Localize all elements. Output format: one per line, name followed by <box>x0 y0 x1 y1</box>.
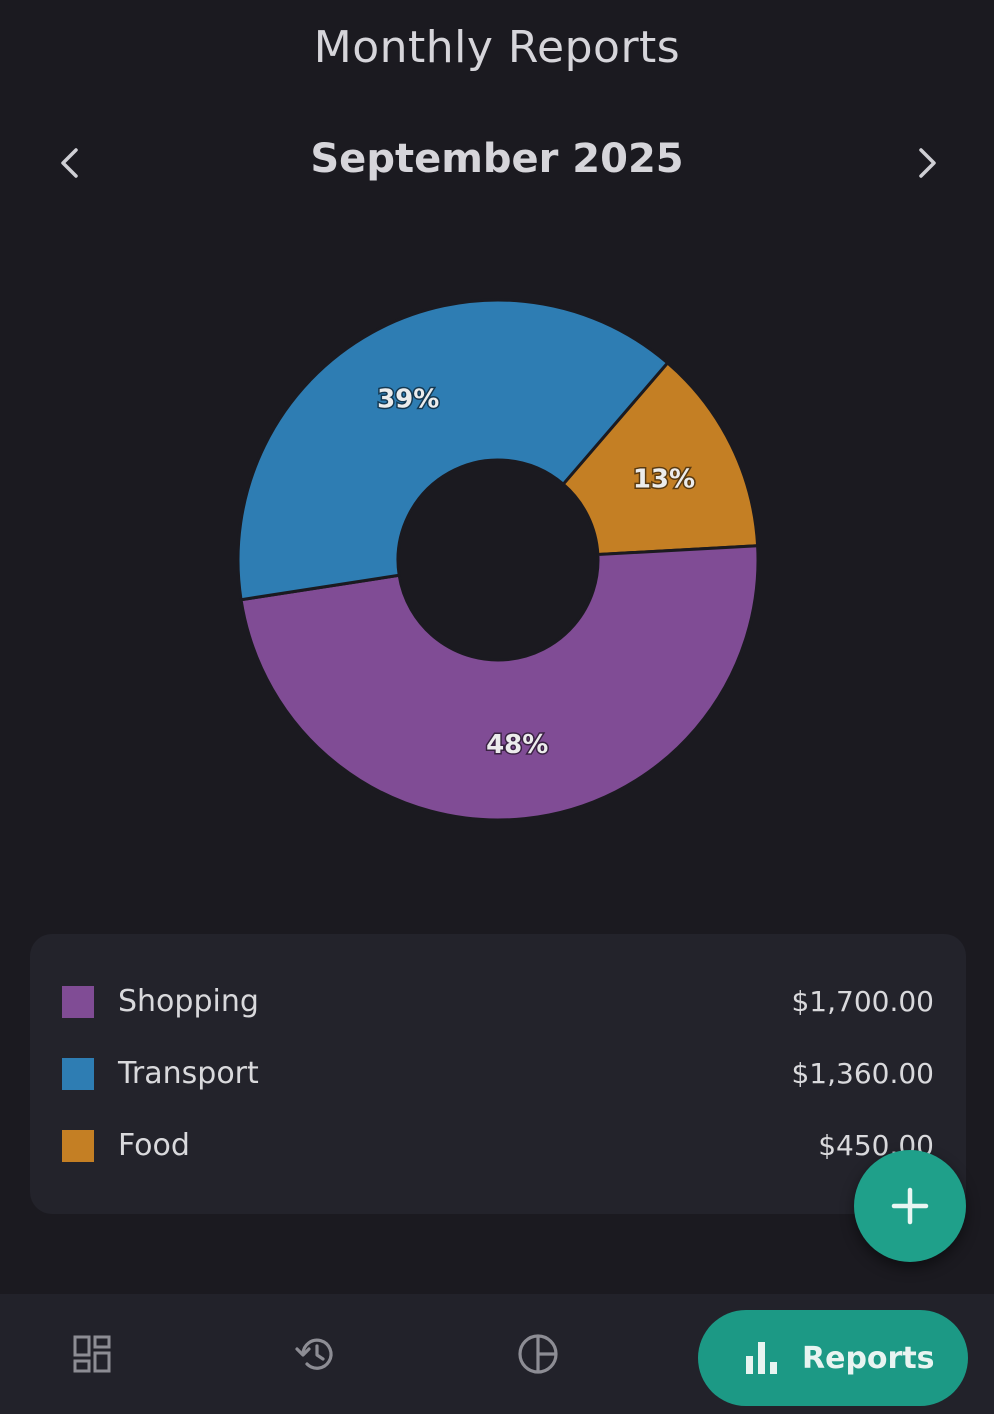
history-icon <box>295 1338 333 1370</box>
nav-item-dashboard[interactable] <box>47 1316 137 1392</box>
current-month-label: September 2025 <box>310 136 684 182</box>
donut-percent-label-shopping: 48% <box>486 730 548 760</box>
legend-swatch <box>62 1130 94 1162</box>
bottom-navigation-bar: Reports <box>0 1294 994 1414</box>
legend-item-food[interactable]: Food $450.00 <box>62 1126 934 1166</box>
page-title: Monthly Reports <box>313 22 681 73</box>
legend-category-name: Shopping <box>118 984 259 1019</box>
next-month-button[interactable] <box>902 138 952 188</box>
nav-item-budget[interactable] <box>493 1316 583 1392</box>
chevron-right-icon <box>919 148 936 178</box>
legend-item-shopping[interactable]: Shopping $1,700.00 <box>62 982 934 1022</box>
legend-swatch <box>62 986 94 1018</box>
donut-chart-svg: 13% 48% 39% <box>236 298 760 822</box>
legend-item-transport[interactable]: Transport $1,360.00 <box>62 1054 934 1094</box>
category-legend-card: Shopping $1,700.00 Transport $1,360.00 F… <box>30 934 966 1214</box>
dashboard-icon <box>73 1335 111 1373</box>
legend-category-amount: $1,700.00 <box>791 985 934 1018</box>
budget-pie-icon <box>518 1334 558 1374</box>
nav-item-reports-label: Reports <box>802 1340 935 1376</box>
plus-icon <box>891 1187 929 1225</box>
donut-percent-label-transport: 39% <box>377 384 439 414</box>
legend-swatch <box>62 1058 94 1090</box>
legend-category-amount: $1,360.00 <box>791 1057 934 1090</box>
month-navigator: September 2025 <box>0 128 994 198</box>
nav-item-reports[interactable]: Reports <box>698 1310 968 1406</box>
nav-item-history[interactable] <box>270 1316 360 1392</box>
expense-donut-chart: 13% 48% 39% <box>228 290 768 830</box>
donut-percent-label-food: 13% <box>633 464 695 494</box>
legend-category-name: Food <box>118 1128 190 1163</box>
add-transaction-button[interactable] <box>854 1150 966 1262</box>
legend-category-name: Transport <box>118 1056 259 1091</box>
app-screen: Monthly Reports September 2025 13% 48% 39%… <box>0 0 994 1414</box>
bar-chart-icon <box>746 1342 777 1374</box>
